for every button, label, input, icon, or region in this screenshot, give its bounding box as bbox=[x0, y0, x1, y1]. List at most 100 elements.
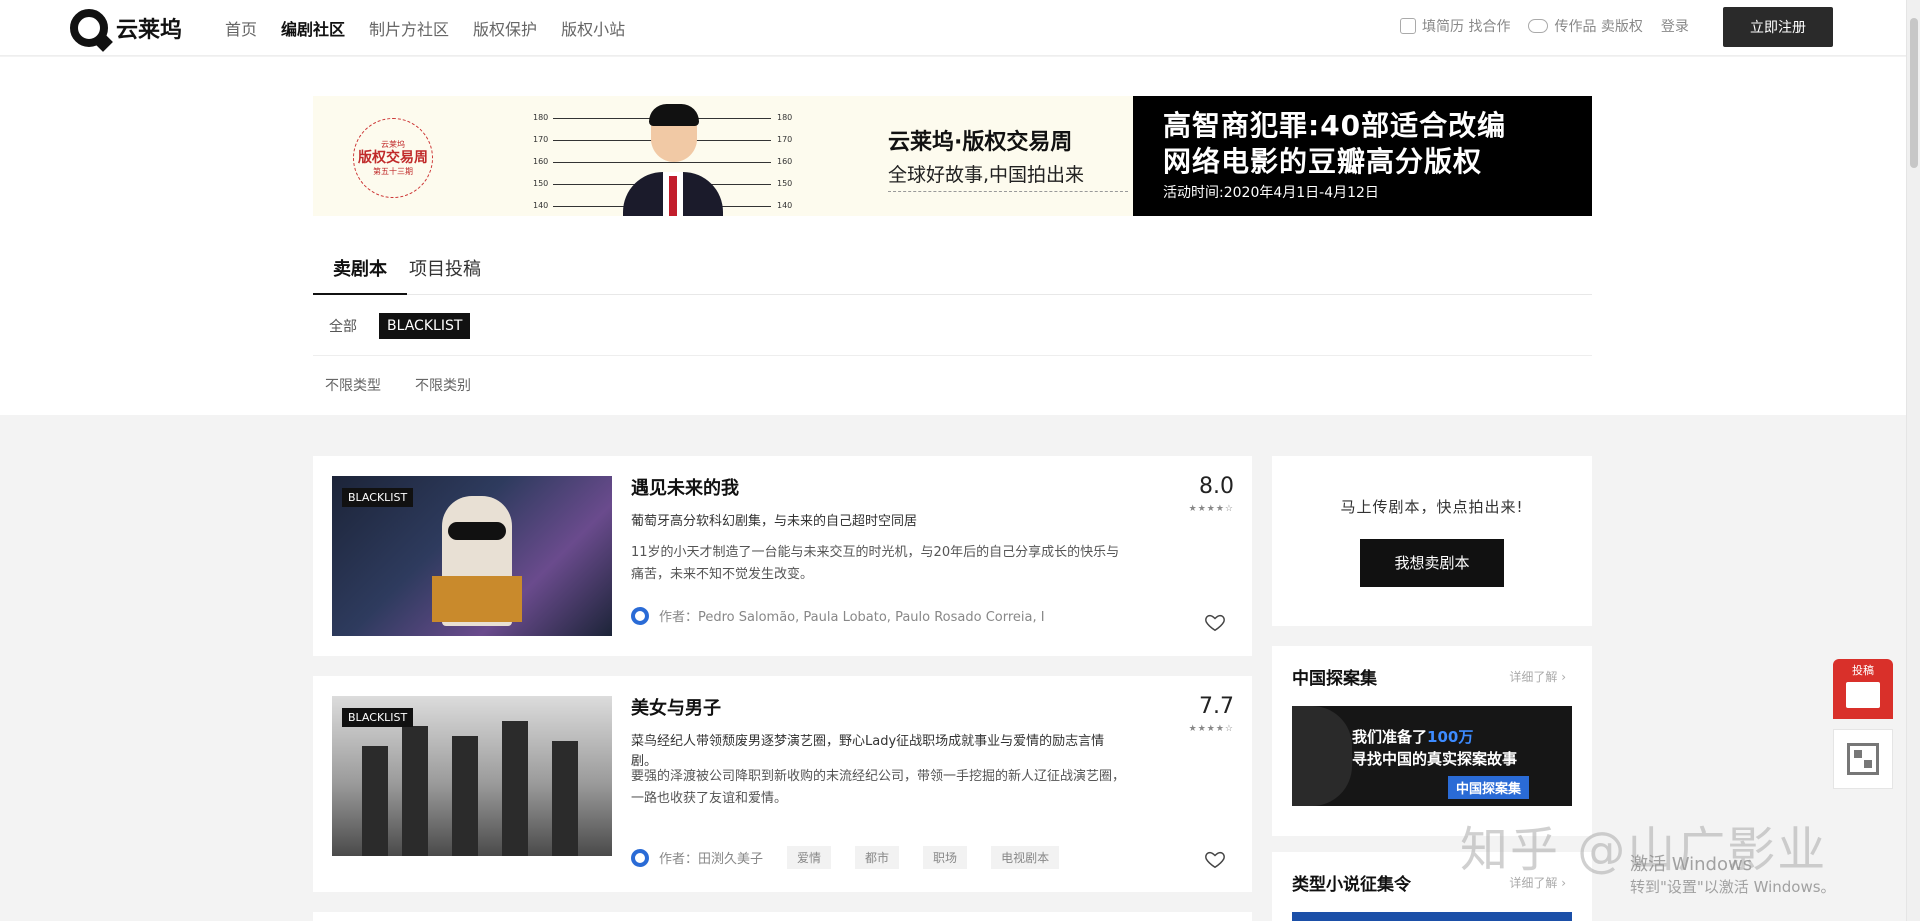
windows-activation-hint: 转到"设置"以激活 Windows。 bbox=[1630, 878, 1836, 896]
height-mark: 160 bbox=[777, 157, 793, 166]
height-mark: 140 bbox=[777, 201, 793, 210]
height-mark: 180 bbox=[533, 113, 549, 122]
stamp-top: 云莱坞 bbox=[381, 140, 405, 149]
tab-sell-script[interactable]: 卖剧本 bbox=[313, 247, 407, 295]
script-author: 作者：Pedro Salomão, Paula Lobato, Paulo Ro… bbox=[659, 610, 1045, 625]
float-submit-label: 投稿 bbox=[1852, 664, 1874, 677]
height-mark: 160 bbox=[533, 157, 549, 166]
banner-left: 云莱坞 版权交易周 第五十三期 180 170 160 150 140 180 … bbox=[313, 96, 1133, 216]
height-mark: 180 bbox=[777, 113, 793, 122]
filter-all[interactable]: 全部 bbox=[321, 311, 365, 341]
cloud-upload-icon bbox=[1528, 19, 1549, 33]
nav-link-copyright-protection[interactable]: 版权保护 bbox=[473, 16, 537, 40]
nav-link-writer-community[interactable]: 编剧社区 bbox=[281, 16, 345, 40]
genre-tag[interactable]: 电视剧本 bbox=[991, 846, 1060, 869]
height-mark: 150 bbox=[533, 179, 549, 188]
detective-search-button[interactable]: 中国探案集 bbox=[1448, 776, 1530, 799]
submit-paper-icon bbox=[1846, 682, 1880, 708]
rating-stars: ★★★★☆ bbox=[1188, 724, 1234, 734]
script-title[interactable]: 美女与男子 bbox=[631, 694, 721, 720]
resume-label: 填简历 找合作 bbox=[1422, 19, 1511, 35]
script-description: 要强的泽渡被公司降职到新收购的末流经纪公司，带领一手挖掘的新人辽征战演艺圈，一路… bbox=[631, 769, 1126, 806]
thumbnail-leg bbox=[362, 746, 388, 856]
learn-more-link[interactable]: 详细了解 › bbox=[1509, 668, 1566, 685]
type-filter-row: 不限类型 不限类别 bbox=[313, 360, 475, 410]
register-button[interactable]: 立即注册 bbox=[1723, 7, 1833, 47]
windows-activation-title: 激活 Windows bbox=[1630, 854, 1753, 875]
banner-right: 高智商犯罪:40部适合改编 网络电影的豆瓣高分版权 活动时间:2020年4月1日… bbox=[1133, 96, 1592, 216]
banner-headline-2: 网络电影的豆瓣高分版权 bbox=[1163, 145, 1483, 178]
main-nav: 首页 编剧社区 制片方社区 版权保护 版权小站 bbox=[225, 16, 625, 40]
rating-stars: ★★★★☆ bbox=[1188, 504, 1234, 514]
top-navbar: 云莱坞 首页 编剧社区 制片方社区 版权保护 版权小站 填简历 找合作 传作品 … bbox=[0, 0, 1906, 56]
filter-any-category[interactable]: 不限类别 bbox=[411, 370, 475, 400]
banner-headline-1: 高智商犯罪:40部适合改编 bbox=[1163, 109, 1507, 142]
script-title[interactable]: 遇见未来的我 bbox=[631, 474, 739, 500]
suspect-illustration bbox=[623, 104, 723, 216]
content-tabs: 卖剧本 项目投稿 bbox=[313, 247, 1592, 295]
promo-banner[interactable]: 云莱坞 版权交易周 第五十三期 180 170 160 150 140 180 … bbox=[313, 96, 1592, 216]
script-card[interactable]: BLACKLIST 遇见未来的我 葡萄牙高分软科幻剧集，与未来的自己超时空同居 … bbox=[313, 456, 1252, 656]
detective-banner[interactable]: 我们准备了100万 寻找中国的真实探案故事 中国探案集 bbox=[1292, 706, 1572, 806]
detective-line1: 我们准备了100万 bbox=[1352, 726, 1473, 747]
nav-link-home[interactable]: 首页 bbox=[225, 16, 257, 40]
banner-time: 活动时间:2020年4月1日-4月12日 bbox=[1163, 185, 1379, 201]
novel-banner[interactable] bbox=[1292, 912, 1572, 921]
detective-line2: 寻找中国的真实探案故事 bbox=[1352, 750, 1518, 768]
genre-tag[interactable]: 爱情 bbox=[787, 846, 832, 869]
filter-any-type[interactable]: 不限类型 bbox=[321, 370, 385, 400]
login-link[interactable]: 登录 bbox=[1661, 16, 1689, 36]
author-icon bbox=[631, 606, 649, 625]
thumbnail-leg bbox=[452, 736, 478, 856]
thumbnail-figure bbox=[432, 496, 522, 626]
blacklist-tag: BLACKLIST bbox=[342, 488, 414, 507]
script-author-row: 作者：Pedro Salomão, Paula Lobato, Paulo Ro… bbox=[631, 606, 1131, 625]
banner-mid-title: 云莱坞·版权交易周 bbox=[888, 130, 1073, 155]
logo-text: 云莱坞 bbox=[116, 18, 183, 43]
favorite-heart-icon[interactable] bbox=[1204, 848, 1226, 870]
detective-line1-a: 我们准备了 bbox=[1352, 728, 1428, 746]
script-description: 11岁的小天才制造了一台能与未来交互的时光机，与20年后的自己分享成长的快乐与痛… bbox=[631, 545, 1120, 582]
favorite-heart-icon[interactable] bbox=[1204, 611, 1226, 633]
site-logo[interactable]: 云莱坞 bbox=[70, 8, 182, 48]
page-scrollbar[interactable] bbox=[1906, 0, 1920, 921]
banner-stamp: 云莱坞 版权交易周 第五十三期 bbox=[353, 118, 433, 198]
script-subtitle: 葡萄牙高分软科幻剧集，与未来的自己超时空同居 bbox=[631, 514, 918, 529]
banner-mid-subtitle: 全球好故事,中国拍出来 bbox=[888, 160, 1128, 192]
genre-tag[interactable]: 都市 bbox=[855, 846, 900, 869]
nav-link-producer-community[interactable]: 制片方社区 bbox=[369, 16, 449, 40]
source-filter-row: 全部 BLACKLIST bbox=[313, 296, 1592, 356]
sell-script-box: 马上传剧本，快点拍出来! 我想卖剧本 bbox=[1272, 456, 1592, 626]
script-card[interactable] bbox=[313, 912, 1252, 921]
float-submit-button[interactable]: 投稿 bbox=[1833, 659, 1893, 719]
scrollbar-thumb[interactable] bbox=[1910, 18, 1918, 168]
nav-link-copyright-station[interactable]: 版权小站 bbox=[561, 16, 625, 40]
tab-project-submission[interactable]: 项目投稿 bbox=[407, 247, 501, 295]
resume-link[interactable]: 填简历 找合作 bbox=[1400, 16, 1510, 36]
script-thumbnail[interactable]: BLACKLIST bbox=[332, 476, 612, 636]
height-mark: 170 bbox=[533, 135, 549, 144]
genre-tag[interactable]: 职场 bbox=[923, 846, 968, 869]
sell-script-button[interactable]: 我想卖剧本 bbox=[1360, 539, 1504, 587]
filter-blacklist[interactable]: BLACKLIST bbox=[379, 312, 471, 339]
silhouette-graphic bbox=[1292, 706, 1352, 806]
upload-link[interactable]: 传作品 卖版权 bbox=[1528, 16, 1643, 36]
sell-tip: 马上传剧本，快点拍出来! bbox=[1340, 498, 1524, 516]
author-icon bbox=[631, 848, 649, 867]
banner-mid-text: 云莱坞·版权交易周 全球好故事,中国拍出来 bbox=[888, 124, 1128, 192]
promo-box-detective: 中国探案集 详细了解 › 我们准备了100万 寻找中国的真实探案故事 中国探案集 bbox=[1272, 646, 1592, 836]
thumbnail-leg bbox=[502, 721, 528, 856]
script-score: 8.0 bbox=[1199, 474, 1234, 499]
script-thumbnail[interactable]: BLACKLIST bbox=[332, 696, 612, 856]
script-card[interactable]: BLACKLIST 美女与男子 菜鸟经纪人带领颓废男逐梦演艺圈，野心Lady征战… bbox=[313, 676, 1252, 892]
float-qr-button[interactable] bbox=[1833, 729, 1893, 789]
logo-mark-icon bbox=[70, 9, 108, 47]
thumbnail-leg bbox=[402, 726, 428, 856]
nav-right-actions: 填简历 找合作 传作品 卖版权 登录 bbox=[1400, 16, 1689, 36]
script-author-row: 作者：田渕久美子 爱情 都市 职场 电视剧本 bbox=[631, 846, 1131, 869]
promo-title: 中国探案集 bbox=[1292, 669, 1377, 689]
script-author: 作者：田渕久美子 bbox=[659, 852, 764, 867]
height-mark: 150 bbox=[777, 179, 793, 188]
stamp-main: 版权交易周 bbox=[358, 150, 428, 166]
script-score: 7.7 bbox=[1199, 694, 1234, 719]
